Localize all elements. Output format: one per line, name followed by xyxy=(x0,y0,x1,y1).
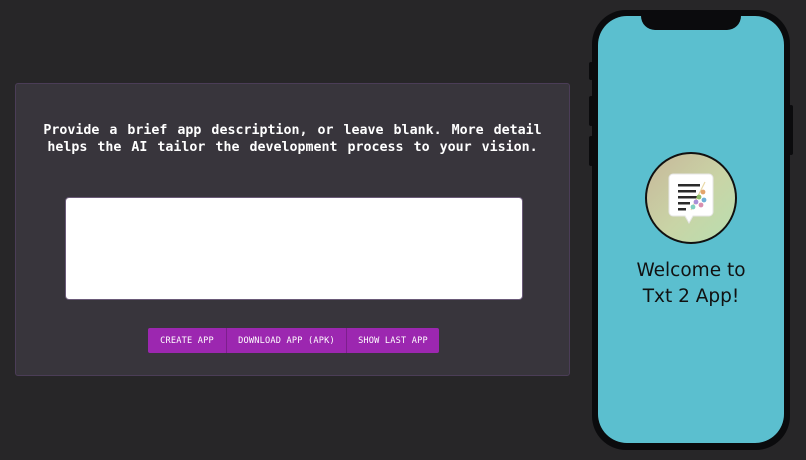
phone-volume-up-button xyxy=(589,96,593,126)
phone-notch xyxy=(641,13,741,30)
phone-volume-down-button xyxy=(589,136,593,166)
app-logo xyxy=(645,152,737,244)
show-last-app-button[interactable]: SHOW LAST APP xyxy=(347,328,439,353)
document-with-chat-bubble-icon xyxy=(668,173,714,225)
welcome-line-1: Welcome to xyxy=(636,260,746,281)
welcome-line-2: Txt 2 App! xyxy=(642,286,740,307)
instructions-text: Provide a brief app description, or leav… xyxy=(43,123,542,155)
app-description-panel: Provide a brief app description, or leav… xyxy=(15,83,570,376)
phone-side-button xyxy=(589,62,593,80)
phone-power-button xyxy=(789,105,793,155)
welcome-message: Welcome to Txt 2 App! xyxy=(598,258,784,310)
action-button-group: CREATE APP DOWNLOAD APP (APK) SHOW LAST … xyxy=(148,328,439,353)
app-description-input[interactable] xyxy=(65,197,523,300)
create-app-button[interactable]: CREATE APP xyxy=(148,328,227,353)
download-apk-button[interactable]: DOWNLOAD APP (APK) xyxy=(227,328,347,353)
